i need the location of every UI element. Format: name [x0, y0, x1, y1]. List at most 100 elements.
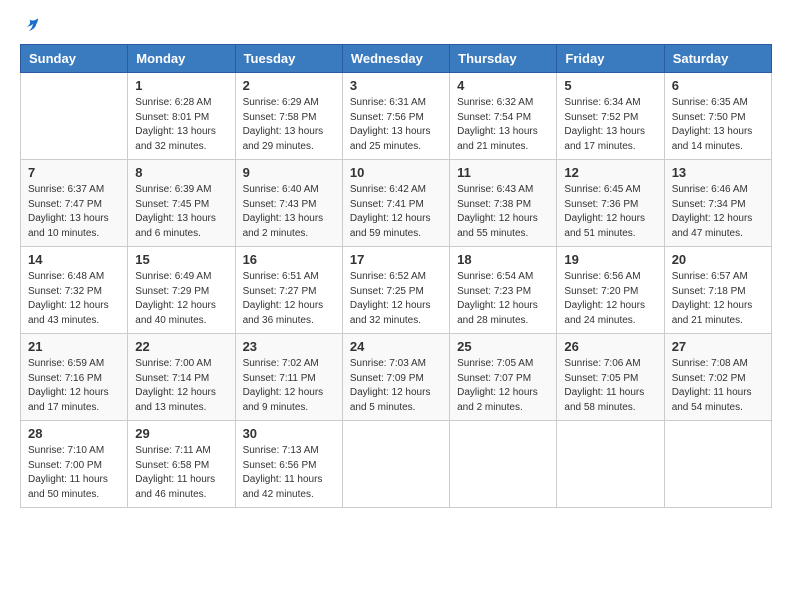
- day-info: Sunrise: 7:02 AM Sunset: 7:11 PM Dayligh…: [243, 358, 324, 413]
- calendar-cell: 16 Sunrise: 6:51 AM Sunset: 7:27 PM Dayl…: [235, 247, 342, 334]
- day-number: 15: [135, 252, 227, 267]
- calendar-cell: 5 Sunrise: 6:34 AM Sunset: 7:52 PM Dayli…: [557, 73, 664, 160]
- day-info: Sunrise: 7:13 AM Sunset: 6:56 PM Dayligh…: [243, 445, 323, 500]
- day-number: 28: [28, 426, 120, 441]
- weekday-header-monday: Monday: [128, 45, 235, 73]
- calendar-cell: 18 Sunrise: 6:54 AM Sunset: 7:23 PM Dayl…: [450, 247, 557, 334]
- calendar-cell: 28 Sunrise: 7:10 AM Sunset: 7:00 PM Dayl…: [21, 421, 128, 508]
- day-info: Sunrise: 6:29 AM Sunset: 7:58 PM Dayligh…: [243, 97, 324, 152]
- day-info: Sunrise: 6:46 AM Sunset: 7:34 PM Dayligh…: [672, 184, 753, 239]
- logo-bird-icon: [22, 16, 40, 34]
- calendar-cell: 8 Sunrise: 6:39 AM Sunset: 7:45 PM Dayli…: [128, 160, 235, 247]
- calendar-cell: 17 Sunrise: 6:52 AM Sunset: 7:25 PM Dayl…: [342, 247, 449, 334]
- day-info: Sunrise: 6:51 AM Sunset: 7:27 PM Dayligh…: [243, 271, 324, 326]
- day-number: 27: [672, 339, 764, 354]
- day-info: Sunrise: 6:43 AM Sunset: 7:38 PM Dayligh…: [457, 184, 538, 239]
- calendar-week-3: 14 Sunrise: 6:48 AM Sunset: 7:32 PM Dayl…: [21, 247, 772, 334]
- day-info: Sunrise: 6:34 AM Sunset: 7:52 PM Dayligh…: [564, 97, 645, 152]
- day-info: Sunrise: 6:40 AM Sunset: 7:43 PM Dayligh…: [243, 184, 324, 239]
- day-number: 11: [457, 165, 549, 180]
- calendar-table: SundayMondayTuesdayWednesdayThursdayFrid…: [20, 44, 772, 508]
- logo: [20, 20, 40, 34]
- day-info: Sunrise: 6:59 AM Sunset: 7:16 PM Dayligh…: [28, 358, 109, 413]
- weekday-header-wednesday: Wednesday: [342, 45, 449, 73]
- day-number: 4: [457, 78, 549, 93]
- day-number: 25: [457, 339, 549, 354]
- calendar-week-4: 21 Sunrise: 6:59 AM Sunset: 7:16 PM Dayl…: [21, 334, 772, 421]
- calendar-cell: [557, 421, 664, 508]
- day-number: 26: [564, 339, 656, 354]
- weekday-header-friday: Friday: [557, 45, 664, 73]
- calendar-cell: 12 Sunrise: 6:45 AM Sunset: 7:36 PM Dayl…: [557, 160, 664, 247]
- calendar-cell: 3 Sunrise: 6:31 AM Sunset: 7:56 PM Dayli…: [342, 73, 449, 160]
- calendar-week-1: 1 Sunrise: 6:28 AM Sunset: 8:01 PM Dayli…: [21, 73, 772, 160]
- day-info: Sunrise: 7:10 AM Sunset: 7:00 PM Dayligh…: [28, 445, 108, 500]
- calendar-cell: 15 Sunrise: 6:49 AM Sunset: 7:29 PM Dayl…: [128, 247, 235, 334]
- day-info: Sunrise: 7:03 AM Sunset: 7:09 PM Dayligh…: [350, 358, 431, 413]
- calendar-cell: 13 Sunrise: 6:46 AM Sunset: 7:34 PM Dayl…: [664, 160, 771, 247]
- day-number: 20: [672, 252, 764, 267]
- calendar-cell: 7 Sunrise: 6:37 AM Sunset: 7:47 PM Dayli…: [21, 160, 128, 247]
- day-info: Sunrise: 6:49 AM Sunset: 7:29 PM Dayligh…: [135, 271, 216, 326]
- day-info: Sunrise: 6:57 AM Sunset: 7:18 PM Dayligh…: [672, 271, 753, 326]
- day-number: 24: [350, 339, 442, 354]
- calendar-cell: 14 Sunrise: 6:48 AM Sunset: 7:32 PM Dayl…: [21, 247, 128, 334]
- day-number: 9: [243, 165, 335, 180]
- calendar-cell: 1 Sunrise: 6:28 AM Sunset: 8:01 PM Dayli…: [128, 73, 235, 160]
- weekday-header-tuesday: Tuesday: [235, 45, 342, 73]
- day-number: 1: [135, 78, 227, 93]
- calendar-cell: 9 Sunrise: 6:40 AM Sunset: 7:43 PM Dayli…: [235, 160, 342, 247]
- day-number: 10: [350, 165, 442, 180]
- calendar-cell: 27 Sunrise: 7:08 AM Sunset: 7:02 PM Dayl…: [664, 334, 771, 421]
- day-number: 16: [243, 252, 335, 267]
- header: [20, 20, 772, 34]
- day-number: 19: [564, 252, 656, 267]
- calendar-cell: 25 Sunrise: 7:05 AM Sunset: 7:07 PM Dayl…: [450, 334, 557, 421]
- day-info: Sunrise: 6:48 AM Sunset: 7:32 PM Dayligh…: [28, 271, 109, 326]
- day-number: 7: [28, 165, 120, 180]
- day-number: 6: [672, 78, 764, 93]
- calendar-cell: 20 Sunrise: 6:57 AM Sunset: 7:18 PM Dayl…: [664, 247, 771, 334]
- calendar-cell: 10 Sunrise: 6:42 AM Sunset: 7:41 PM Dayl…: [342, 160, 449, 247]
- day-info: Sunrise: 7:06 AM Sunset: 7:05 PM Dayligh…: [564, 358, 644, 413]
- day-number: 14: [28, 252, 120, 267]
- calendar-cell: 21 Sunrise: 6:59 AM Sunset: 7:16 PM Dayl…: [21, 334, 128, 421]
- day-number: 29: [135, 426, 227, 441]
- day-number: 22: [135, 339, 227, 354]
- day-number: 8: [135, 165, 227, 180]
- day-info: Sunrise: 7:08 AM Sunset: 7:02 PM Dayligh…: [672, 358, 752, 413]
- day-info: Sunrise: 7:11 AM Sunset: 6:58 PM Dayligh…: [135, 445, 215, 500]
- day-info: Sunrise: 7:00 AM Sunset: 7:14 PM Dayligh…: [135, 358, 216, 413]
- day-number: 5: [564, 78, 656, 93]
- day-info: Sunrise: 6:54 AM Sunset: 7:23 PM Dayligh…: [457, 271, 538, 326]
- day-info: Sunrise: 6:35 AM Sunset: 7:50 PM Dayligh…: [672, 97, 753, 152]
- weekday-header-sunday: Sunday: [21, 45, 128, 73]
- calendar-week-5: 28 Sunrise: 7:10 AM Sunset: 7:00 PM Dayl…: [21, 421, 772, 508]
- calendar-cell: 11 Sunrise: 6:43 AM Sunset: 7:38 PM Dayl…: [450, 160, 557, 247]
- day-number: 21: [28, 339, 120, 354]
- calendar-cell: 4 Sunrise: 6:32 AM Sunset: 7:54 PM Dayli…: [450, 73, 557, 160]
- calendar-cell: 6 Sunrise: 6:35 AM Sunset: 7:50 PM Dayli…: [664, 73, 771, 160]
- day-number: 3: [350, 78, 442, 93]
- calendar-cell: [21, 73, 128, 160]
- weekday-header-row: SundayMondayTuesdayWednesdayThursdayFrid…: [21, 45, 772, 73]
- weekday-header-saturday: Saturday: [664, 45, 771, 73]
- day-info: Sunrise: 6:31 AM Sunset: 7:56 PM Dayligh…: [350, 97, 431, 152]
- day-number: 18: [457, 252, 549, 267]
- day-number: 2: [243, 78, 335, 93]
- day-info: Sunrise: 6:52 AM Sunset: 7:25 PM Dayligh…: [350, 271, 431, 326]
- day-info: Sunrise: 6:37 AM Sunset: 7:47 PM Dayligh…: [28, 184, 109, 239]
- calendar-cell: 22 Sunrise: 7:00 AM Sunset: 7:14 PM Dayl…: [128, 334, 235, 421]
- day-info: Sunrise: 6:56 AM Sunset: 7:20 PM Dayligh…: [564, 271, 645, 326]
- day-info: Sunrise: 7:05 AM Sunset: 7:07 PM Dayligh…: [457, 358, 538, 413]
- day-number: 23: [243, 339, 335, 354]
- calendar-cell: [450, 421, 557, 508]
- day-number: 30: [243, 426, 335, 441]
- day-number: 17: [350, 252, 442, 267]
- calendar-cell: [342, 421, 449, 508]
- day-number: 13: [672, 165, 764, 180]
- day-info: Sunrise: 6:45 AM Sunset: 7:36 PM Dayligh…: [564, 184, 645, 239]
- day-info: Sunrise: 6:39 AM Sunset: 7:45 PM Dayligh…: [135, 184, 216, 239]
- calendar-week-2: 7 Sunrise: 6:37 AM Sunset: 7:47 PM Dayli…: [21, 160, 772, 247]
- calendar-cell: [664, 421, 771, 508]
